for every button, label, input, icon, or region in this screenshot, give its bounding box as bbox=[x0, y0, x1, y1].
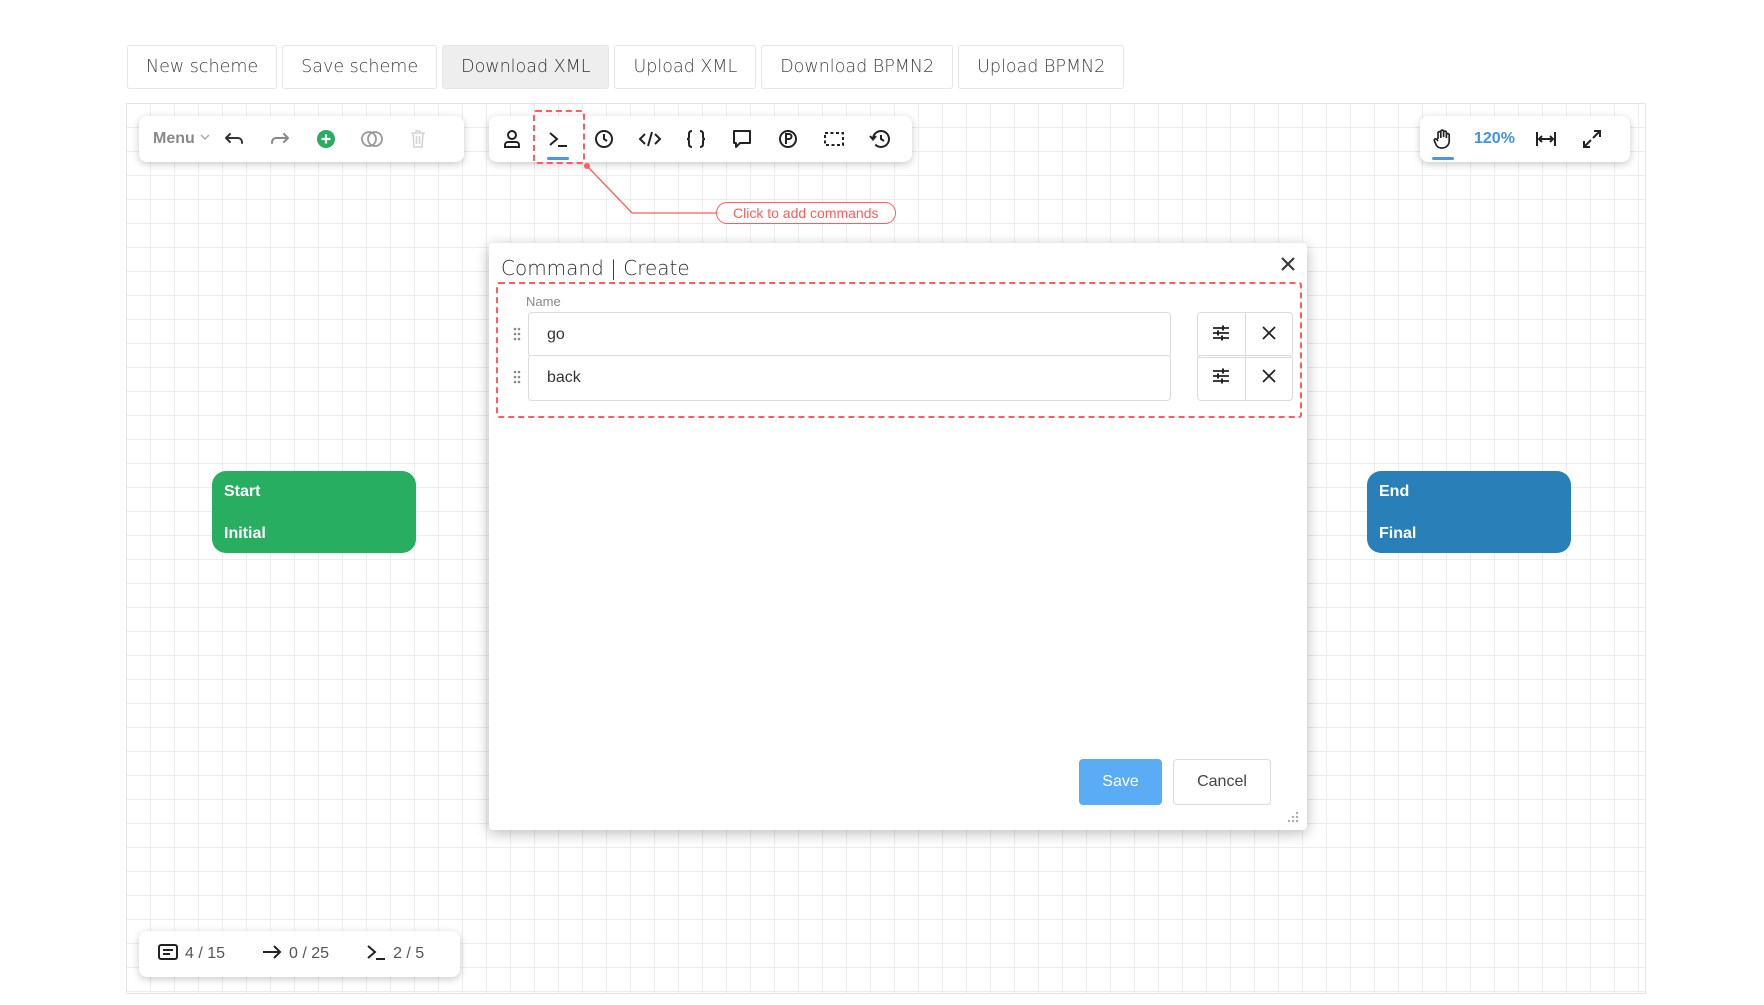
hand-icon bbox=[1431, 127, 1455, 151]
user-icon bbox=[501, 128, 523, 150]
command-row: back bbox=[498, 355, 1300, 403]
sliders-icon bbox=[1211, 323, 1231, 348]
drag-handle-icon[interactable] bbox=[512, 369, 522, 385]
transitions-count: 0 / 25 bbox=[289, 945, 330, 962]
cancel-button[interactable]: Cancel bbox=[1173, 759, 1271, 805]
comment-tool[interactable] bbox=[719, 116, 765, 162]
close-icon[interactable] bbox=[1279, 255, 1297, 273]
add-activity-button[interactable] bbox=[303, 116, 349, 162]
save-scheme-button[interactable]: Save scheme bbox=[282, 45, 438, 89]
selection-icon bbox=[822, 128, 846, 150]
activities-stat: 4 / 15 bbox=[139, 942, 243, 967]
top-button-bar: New scheme Save scheme Download XML Uplo… bbox=[127, 45, 1125, 89]
timer-tool[interactable] bbox=[581, 116, 627, 162]
arrow-right-icon bbox=[261, 942, 283, 967]
command-row: go bbox=[498, 312, 1300, 360]
command-name-input[interactable]: back bbox=[528, 355, 1171, 401]
settings-button[interactable] bbox=[1198, 313, 1245, 357]
parameters-json-tool[interactable] bbox=[673, 116, 719, 162]
node-title: End bbox=[1379, 483, 1410, 500]
delete-button[interactable] bbox=[395, 116, 441, 162]
fullscreen-button[interactable] bbox=[1569, 116, 1615, 162]
commands-count: 2 / 5 bbox=[393, 945, 425, 962]
fit-width-icon bbox=[1534, 128, 1558, 150]
row-actions bbox=[1197, 312, 1293, 358]
resize-handle-icon[interactable] bbox=[1287, 810, 1299, 823]
clock-icon bbox=[593, 128, 615, 150]
history-icon bbox=[868, 128, 892, 150]
parameter-icon bbox=[777, 128, 799, 150]
save-button[interactable]: Save bbox=[1079, 759, 1162, 805]
activity-node-start[interactable]: Start Initial bbox=[212, 471, 416, 553]
hint-tooltip: Click to add commands bbox=[716, 202, 896, 224]
redo-icon bbox=[269, 128, 291, 150]
parameter-tool[interactable] bbox=[765, 116, 811, 162]
history-tool[interactable] bbox=[857, 116, 903, 162]
status-panel: 4 / 15 0 / 25 2 / 5 bbox=[139, 931, 460, 977]
activities-count: 4 / 15 bbox=[185, 945, 226, 962]
activity-node-end[interactable]: End Final bbox=[1367, 471, 1571, 553]
actor-tool[interactable] bbox=[489, 116, 535, 162]
settings-button[interactable] bbox=[1198, 356, 1245, 400]
trash-icon bbox=[408, 128, 428, 150]
name-column-label: Name bbox=[526, 294, 561, 309]
command-create-dialog: Command | Create Name go back Save Cance… bbox=[489, 243, 1307, 830]
dialog-title: Command | Create bbox=[501, 256, 690, 280]
left-toolbar: Menu bbox=[139, 116, 464, 162]
menu-label: Menu bbox=[153, 130, 195, 147]
commands-stat: 2 / 5 bbox=[347, 942, 442, 967]
selection-tool[interactable] bbox=[811, 116, 857, 162]
sliders-icon bbox=[1211, 366, 1231, 391]
remove-row-button[interactable] bbox=[1244, 313, 1293, 357]
zoom-level[interactable]: 120% bbox=[1466, 130, 1523, 148]
comment-icon bbox=[731, 128, 753, 150]
toggle-button[interactable] bbox=[349, 116, 395, 162]
undo-icon bbox=[223, 128, 245, 150]
node-state: Final bbox=[1379, 525, 1417, 542]
terminal-icon bbox=[365, 942, 387, 967]
toggle-icon bbox=[359, 129, 385, 149]
undo-button[interactable] bbox=[211, 116, 257, 162]
command-name-input[interactable]: go bbox=[528, 312, 1171, 358]
close-icon bbox=[1261, 368, 1277, 389]
transitions-stat: 0 / 25 bbox=[243, 942, 347, 967]
menu-dropdown[interactable]: Menu bbox=[139, 130, 211, 148]
activity-icon bbox=[157, 942, 179, 967]
download-xml-button[interactable]: Download XML bbox=[442, 45, 610, 89]
close-icon bbox=[1261, 325, 1277, 346]
code-tool[interactable] bbox=[627, 116, 673, 162]
remove-row-button[interactable] bbox=[1244, 356, 1293, 400]
chevron-down-icon bbox=[199, 130, 211, 148]
commands-list: Name go back bbox=[496, 282, 1302, 418]
upload-xml-button[interactable]: Upload XML bbox=[614, 45, 757, 89]
plus-circle-icon bbox=[315, 128, 337, 150]
new-scheme-button[interactable]: New scheme bbox=[127, 45, 278, 89]
drag-handle-icon[interactable] bbox=[512, 326, 522, 342]
redo-button[interactable] bbox=[257, 116, 303, 162]
zoom-toolbar: 120% bbox=[1420, 116, 1630, 162]
expand-icon bbox=[1581, 128, 1603, 150]
node-title: Start bbox=[224, 483, 261, 500]
row-actions bbox=[1197, 355, 1293, 401]
pan-tool[interactable] bbox=[1420, 116, 1466, 162]
command-tool-highlight bbox=[533, 110, 585, 164]
braces-icon bbox=[685, 128, 707, 150]
fit-width-button[interactable] bbox=[1523, 116, 1569, 162]
upload-bpmn2-button[interactable]: Upload BPMN2 bbox=[958, 45, 1125, 89]
code-icon bbox=[638, 128, 662, 150]
node-state: Initial bbox=[224, 525, 266, 542]
download-bpmn2-button[interactable]: Download BPMN2 bbox=[761, 45, 954, 89]
